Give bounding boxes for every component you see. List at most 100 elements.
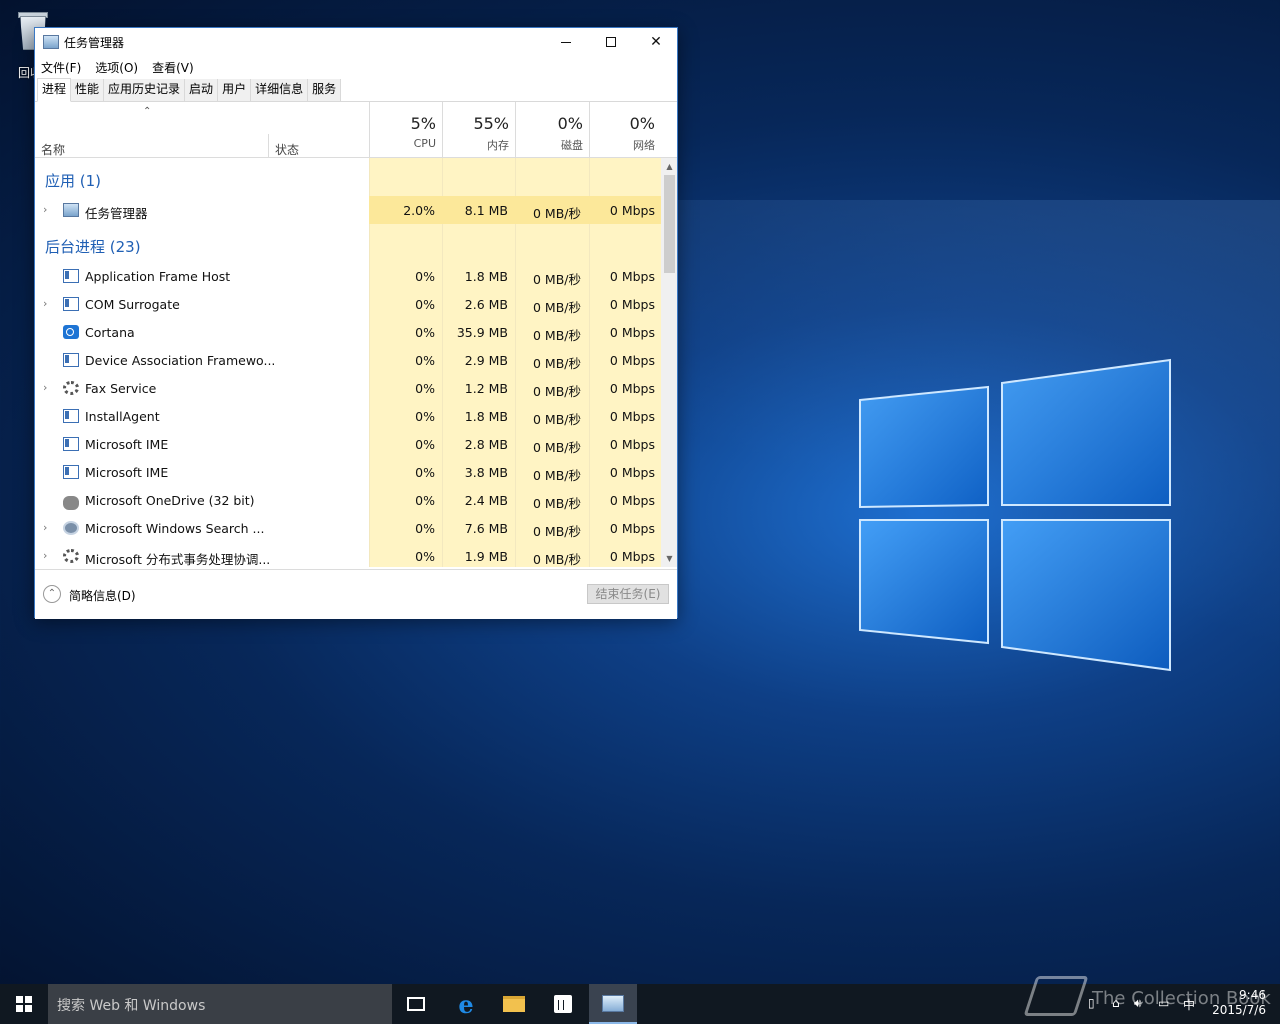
column-header-name[interactable]: 名称 (41, 141, 65, 158)
column-header-cpu[interactable]: 5% CPU (369, 102, 442, 158)
window-title: 任务管理器 (64, 36, 125, 50)
process-network: 0 Mbps (609, 353, 655, 368)
app-window-icon (63, 269, 79, 283)
process-row[interactable]: Microsoft IME 0% 3.8 MB 0 MB/秒 0 Mbps (35, 458, 661, 486)
cloud-icon (63, 496, 79, 510)
process-row[interactable]: › Microsoft 分布式事务处理协调... 0% 1.9 MB 0 MB/秒 0 M… (35, 542, 661, 567)
folder-icon (503, 996, 525, 1012)
minimize-button[interactable] (543, 28, 589, 56)
tab-services[interactable]: 服务 (308, 79, 342, 101)
task-manager-taskbar-button[interactable] (589, 984, 637, 1024)
group-header-background: 后台进程 (23) (45, 238, 141, 256)
column-header-network[interactable]: 0% 网络 (589, 102, 661, 158)
window-footer: ⌃ 简略信息(D) 结束任务(E) (35, 569, 677, 619)
edge-button[interactable]: e (442, 984, 490, 1024)
process-row[interactable]: Microsoft OneDrive (32 bit) 0% 2.4 MB 0 MB/… (35, 486, 661, 514)
process-memory: 2.6 MB (464, 297, 508, 312)
start-button[interactable] (0, 984, 48, 1024)
tab-strip: 进程 性能 应用历史记录 启动 用户 详细信息 服务 (35, 78, 677, 102)
maximize-icon (606, 37, 616, 47)
menu-file[interactable]: 文件(F) (41, 59, 81, 76)
book-logo-icon (1023, 976, 1089, 1016)
process-row[interactable]: › Microsoft Windows Search ... 0% 7.6 MB 0 M… (35, 514, 661, 542)
disk-percent: 0% (557, 114, 583, 133)
process-cpu: 0% (415, 381, 435, 396)
app-window-icon (63, 297, 79, 311)
process-name: Microsoft OneDrive (32 bit) (85, 493, 255, 508)
scrollbar-thumb[interactable] (664, 175, 675, 273)
gear-icon (63, 381, 79, 395)
file-explorer-button[interactable] (490, 984, 538, 1024)
process-network: 0 Mbps (609, 493, 655, 508)
column-header-disk[interactable]: 0% 磁盘 (515, 102, 589, 158)
process-row[interactable]: › COM Surrogate 0% 2.6 MB 0 MB/秒 0 Mbps (35, 290, 661, 318)
column-header-memory[interactable]: 55% 内存 (442, 102, 515, 158)
expand-chevron-icon[interactable]: › (43, 381, 47, 394)
process-cpu: 0% (415, 325, 435, 340)
tab-startup[interactable]: 启动 (185, 79, 219, 101)
process-network: 0 Mbps (609, 297, 655, 312)
process-list: 应用 (1) › 任务管理器 2.0% 8.1 MB 0 MB/秒 0 Mbps 后台进程… (35, 158, 677, 567)
process-memory: 2.9 MB (464, 353, 508, 368)
process-disk: 0 MB/秒 (533, 440, 581, 455)
group-header-apps: 应用 (1) (45, 172, 102, 190)
process-name: Fax Service (85, 381, 157, 396)
process-network: 0 Mbps (609, 465, 655, 480)
tab-processes[interactable]: 进程 (37, 78, 72, 102)
search-box[interactable]: 搜索 Web 和 Windows (48, 984, 392, 1024)
network-label: 网络 (633, 139, 655, 152)
column-header-status[interactable]: 状态 (275, 141, 299, 158)
process-row[interactable]: Application Frame Host 0% 1.8 MB 0 MB/秒 0 Mb… (35, 262, 661, 290)
process-row[interactable]: › Fax Service 0% 1.2 MB 0 MB/秒 0 Mbps (35, 374, 661, 402)
end-task-button[interactable]: 结束任务(E) (587, 584, 669, 604)
menu-options[interactable]: 选项(O) (95, 59, 138, 76)
process-row[interactable]: Cortana 0% 35.9 MB 0 MB/秒 0 Mbps (35, 318, 661, 346)
expand-chevron-icon[interactable]: › (43, 203, 47, 216)
expand-chevron-icon[interactable]: › (43, 297, 47, 310)
task-manager-window: 任务管理器 ✕ 文件(F) 选项(O) 查看(V) 进程 性能 应用历史记录 启… (34, 27, 678, 619)
tab-performance[interactable]: 性能 (71, 79, 105, 101)
process-row[interactable]: › 任务管理器 2.0% 8.1 MB 0 MB/秒 0 Mbps (35, 196, 661, 224)
process-network: 0 Mbps (609, 381, 655, 396)
app-window-icon (63, 437, 79, 451)
task-view-button[interactable] (392, 984, 440, 1024)
task-manager-icon (602, 994, 624, 1012)
process-disk: 0 MB/秒 (533, 356, 581, 371)
process-cpu: 0% (415, 437, 435, 452)
scroll-up-icon[interactable]: ▲ (661, 158, 677, 175)
fewer-details-link[interactable]: 简略信息(D) (69, 587, 136, 604)
windows-logo-wallpaper (859, 358, 1171, 672)
process-name: InstallAgent (85, 409, 160, 424)
process-row[interactable]: Microsoft IME 0% 2.8 MB 0 MB/秒 0 Mbps (35, 430, 661, 458)
maximize-button[interactable] (588, 28, 634, 56)
close-button[interactable]: ✕ (633, 28, 679, 56)
tab-details[interactable]: 详细信息 (251, 79, 309, 101)
process-disk: 0 MB/秒 (533, 384, 581, 399)
memory-percent: 55% (473, 114, 509, 133)
store-button[interactable] (539, 984, 587, 1024)
process-cpu: 2.0% (403, 203, 435, 218)
process-memory: 3.8 MB (464, 465, 508, 480)
task-view-icon (407, 997, 425, 1011)
edge-browser-icon: e (458, 989, 474, 1019)
column-divider[interactable] (268, 134, 269, 158)
minimize-icon (561, 41, 571, 43)
process-name: 任务管理器 (85, 206, 148, 221)
title-bar[interactable]: 任务管理器 ✕ (35, 28, 677, 56)
fewer-details-icon[interactable]: ⌃ (43, 585, 61, 603)
menu-view[interactable]: 查看(V) (152, 59, 194, 76)
process-row[interactable]: InstallAgent 0% 1.8 MB 0 MB/秒 0 Mbps (35, 402, 661, 430)
tab-app-history[interactable]: 应用历史记录 (104, 79, 186, 101)
process-name: Application Frame Host (85, 269, 231, 284)
expand-chevron-icon[interactable]: › (43, 549, 47, 562)
vertical-scrollbar[interactable]: ▲ ▼ (661, 158, 677, 567)
tab-users[interactable]: 用户 (218, 79, 252, 101)
process-row[interactable]: Device Association Framewo... 0% 2.9 MB 0 M… (35, 346, 661, 374)
scroll-down-icon[interactable]: ▼ (661, 550, 677, 567)
process-disk: 0 MB/秒 (533, 412, 581, 427)
menu-bar: 文件(F) 选项(O) 查看(V) (35, 56, 677, 78)
process-name: Device Association Framewo... (85, 353, 276, 368)
expand-chevron-icon[interactable]: › (43, 521, 47, 534)
app-window-icon (63, 465, 79, 479)
process-name: Microsoft IME (85, 465, 169, 480)
